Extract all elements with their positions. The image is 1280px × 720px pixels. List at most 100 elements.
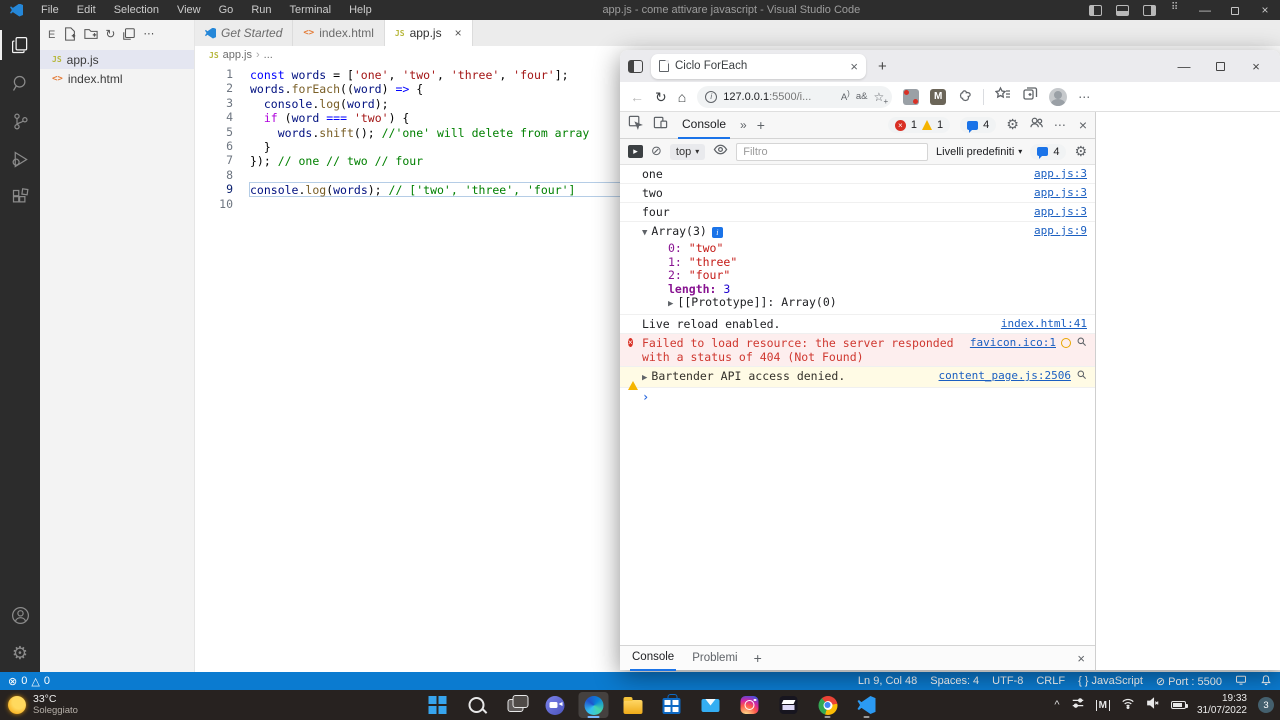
edge-taskbar-icon[interactable] (579, 692, 609, 718)
task-view-icon[interactable] (501, 692, 531, 718)
run-debug-icon[interactable] (0, 140, 40, 178)
status-item[interactable]: ⊘ Port : 5500 (1156, 675, 1222, 688)
mail-icon[interactable] (696, 692, 726, 718)
more-tabs-icon[interactable]: » (740, 118, 747, 132)
battery-icon[interactable] (1171, 701, 1186, 709)
toggle-sidebar-icon[interactable] (1089, 5, 1102, 16)
start-button[interactable] (423, 692, 453, 718)
drawer-close-icon[interactable]: × (1077, 651, 1085, 666)
menu-item-selection[interactable]: Selection (105, 4, 168, 16)
translate-icon[interactable]: a& (856, 91, 868, 102)
extensions-hub-icon[interactable] (957, 89, 972, 104)
favorites-icon[interactable] (995, 86, 1011, 107)
info-icon[interactable]: i (712, 227, 723, 238)
collections-icon[interactable] (1022, 86, 1038, 107)
menu-item-help[interactable]: Help (340, 4, 381, 16)
read-aloud-icon[interactable]: A) (841, 89, 850, 103)
instagram-icon[interactable] (735, 692, 765, 718)
tab-close-icon[interactable]: × (850, 59, 858, 74)
console-settings-icon[interactable]: ⚙ (1074, 144, 1087, 160)
extension-icon[interactable] (903, 89, 919, 105)
inspect-element-icon[interactable] (628, 115, 643, 135)
taskbar-search-icon[interactable] (462, 692, 492, 718)
status-item[interactable]: Spaces: 4 (930, 675, 979, 687)
refresh-icon[interactable]: ↻ (105, 27, 115, 44)
profile-avatar[interactable] (1049, 88, 1067, 106)
toggle-panel-icon[interactable] (1116, 5, 1129, 16)
drawer-tab-console[interactable]: Console (630, 646, 676, 671)
toggle-secondary-sidebar-icon[interactable] (1143, 5, 1156, 16)
file-explorer-icon[interactable] (618, 692, 648, 718)
issues-counter[interactable]: × 1 1 (888, 117, 950, 133)
devtools-menu-icon[interactable]: ⋯ (1054, 118, 1067, 132)
back-icon[interactable]: ← (630, 90, 644, 104)
file-item-index-html[interactable]: <>index.html (40, 69, 194, 88)
live-expression-icon[interactable] (713, 142, 728, 162)
messages-counter[interactable]: 4 (960, 117, 996, 133)
new-folder-icon[interactable] (84, 27, 98, 44)
chrome-taskbar-icon[interactable] (813, 692, 843, 718)
drawer-tab-problems[interactable]: Problemi (692, 652, 737, 664)
status-item[interactable]: { } JavaScript (1078, 675, 1143, 687)
log-levels-selector[interactable]: Livelli predefiniti ▾ (936, 146, 1022, 158)
tab-index-html[interactable]: <> index.html (293, 20, 385, 46)
home-icon[interactable]: ⌂ (678, 90, 686, 104)
extension-m-icon[interactable]: M (930, 89, 946, 105)
browser-maximize-button[interactable] (1202, 59, 1238, 74)
new-file-icon[interactable] (63, 27, 77, 44)
menu-item-edit[interactable]: Edit (68, 4, 105, 16)
expand-arrow-icon[interactable]: ▶ (642, 373, 647, 383)
clear-console-icon[interactable]: ⊘ (651, 144, 662, 159)
menu-item-terminal[interactable]: Terminal (281, 4, 341, 16)
source-link[interactable]: content_page.js:2506 (939, 369, 1071, 382)
mixer-icon[interactable] (1071, 696, 1085, 715)
tray-m-icon[interactable]: M (1096, 700, 1110, 711)
problems-status[interactable]: ⊗ 0 △ 0 (8, 675, 50, 688)
notifications-bell-icon[interactable] (1260, 674, 1272, 689)
accounts-icon[interactable] (0, 596, 40, 634)
tab-app-js[interactable]: JS app.js × (385, 20, 473, 46)
new-tab-button[interactable]: + (878, 58, 887, 75)
address-bar[interactable]: i 127.0.0.1:5500/i... A) a& ☆+ (697, 86, 892, 108)
device-emulation-icon[interactable] (653, 115, 668, 135)
live-share-icon[interactable] (1235, 674, 1247, 689)
status-item[interactable]: UTF-8 (992, 675, 1023, 687)
source-link[interactable]: favicon.ico:1 (970, 336, 1056, 349)
source-link[interactable]: app.js:3 (1034, 205, 1087, 218)
browser-close-button[interactable]: × (1238, 59, 1274, 74)
file-item-app-js[interactable]: JSapp.js (40, 50, 194, 69)
settings-gear-icon[interactable]: ⚙ (0, 634, 40, 672)
browser-menu-icon[interactable]: ⋯ (1078, 90, 1091, 104)
status-item[interactable]: CRLF (1036, 675, 1065, 687)
console-prompt[interactable]: › (642, 390, 649, 404)
search-icon[interactable] (0, 64, 40, 102)
site-info-icon[interactable]: i (705, 91, 717, 103)
messages-counter[interactable]: 4 (1030, 144, 1066, 160)
search-log-icon[interactable] (1076, 336, 1087, 350)
devtools-tab-console[interactable]: Console (678, 112, 730, 139)
devtools-people-icon[interactable] (1029, 115, 1044, 135)
devtools-settings-icon[interactable]: ⚙ (1006, 117, 1019, 133)
customize-layout-icon[interactable] (1170, 5, 1183, 16)
workspaces-icon[interactable] (628, 60, 643, 73)
extensions-icon[interactable] (0, 178, 40, 216)
add-tab-icon[interactable]: + (757, 117, 765, 133)
browser-minimize-button[interactable]: — (1166, 59, 1202, 74)
refresh-icon[interactable]: ↻ (655, 90, 667, 104)
collapse-folders-icon[interactable] (122, 27, 136, 44)
chat-icon[interactable] (540, 692, 570, 718)
weather-widget[interactable]: 33°C Soleggiato (8, 690, 78, 720)
devtools-close-icon[interactable]: × (1079, 117, 1087, 133)
tab-get-started[interactable]: Get Started (195, 20, 293, 46)
add-favorite-icon[interactable]: ☆+ (873, 90, 884, 104)
context-selector[interactable]: top ▾ (670, 144, 705, 160)
vscode-minimize-button[interactable]: — (1190, 0, 1220, 20)
clipchamp-icon[interactable] (774, 692, 804, 718)
page-content[interactable] (1096, 112, 1280, 670)
menu-item-go[interactable]: Go (210, 4, 243, 16)
menu-item-file[interactable]: File (32, 4, 68, 16)
notification-count-badge[interactable]: 3 (1258, 697, 1274, 713)
more-actions-icon[interactable]: ⋯ (143, 27, 154, 44)
explorer-icon[interactable] (0, 26, 40, 64)
source-link[interactable]: app.js:3 (1034, 167, 1087, 180)
